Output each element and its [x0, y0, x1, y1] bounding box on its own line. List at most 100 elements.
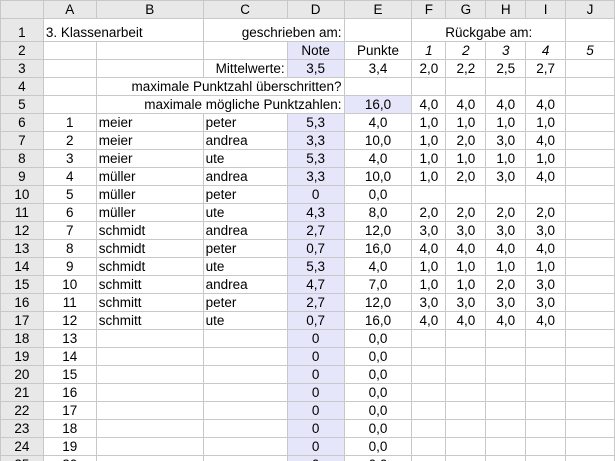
max-return-3[interactable]: 4,0: [485, 95, 527, 114]
return-3-value[interactable]: [485, 437, 527, 456]
last-name[interactable]: müller: [95, 167, 204, 186]
row-header[interactable]: 23: [0, 419, 44, 438]
return-2-value[interactable]: [445, 419, 487, 438]
row-header[interactable]: 24: [0, 437, 44, 456]
row-header[interactable]: 2: [0, 41, 44, 60]
row-header[interactable]: 16: [0, 293, 44, 312]
return-number[interactable]: 4: [525, 41, 567, 60]
points-value[interactable]: 0,0: [343, 185, 413, 204]
cell[interactable]: [565, 383, 615, 402]
return-number[interactable]: 3: [485, 41, 527, 60]
return-3-value[interactable]: 3,0: [485, 167, 527, 186]
return-2-value[interactable]: [445, 437, 487, 456]
return-4-value[interactable]: 4,0: [525, 239, 567, 258]
return-1-value[interactable]: [411, 437, 447, 456]
note-value[interactable]: 0: [286, 401, 345, 420]
column-header-a[interactable]: A: [42, 0, 97, 19]
return-1-value[interactable]: [411, 185, 447, 204]
last-name[interactable]: [95, 455, 204, 461]
cell[interactable]: [565, 311, 615, 330]
return-2-value[interactable]: 4,0: [445, 239, 487, 258]
points-value[interactable]: 7,0: [343, 275, 413, 294]
row-header[interactable]: 17: [0, 311, 44, 330]
cell[interactable]: [565, 149, 615, 168]
average-return-3[interactable]: 2,5: [485, 59, 527, 78]
average-return-2[interactable]: 2,2: [445, 59, 487, 78]
student-number[interactable]: 19: [42, 437, 97, 456]
return-1-value[interactable]: 1,0: [411, 167, 447, 186]
first-name[interactable]: ute: [202, 203, 288, 222]
average-return-4[interactable]: 2,7: [525, 59, 567, 78]
return-3-value[interactable]: [485, 365, 527, 384]
row-header[interactable]: 12: [0, 221, 44, 240]
return-1-value[interactable]: 1,0: [411, 275, 447, 294]
first-name[interactable]: ute: [202, 149, 288, 168]
return-2-value[interactable]: 2,0: [445, 203, 487, 222]
first-name[interactable]: ute: [202, 311, 288, 330]
select-all-corner[interactable]: [0, 0, 44, 19]
title-cell[interactable]: 3. Klassenarbeit: [42, 18, 204, 42]
row-header[interactable]: 7: [0, 131, 44, 150]
column-header-i[interactable]: I: [525, 0, 567, 19]
last-name[interactable]: [95, 347, 204, 366]
return-4-value[interactable]: 4,0: [525, 311, 567, 330]
return-1-value[interactable]: [411, 347, 447, 366]
return-1-value[interactable]: [411, 329, 447, 348]
points-value[interactable]: 4,0: [343, 257, 413, 276]
max-possible-label[interactable]: maximale mögliche Punktzahlen:: [95, 95, 345, 114]
points-value[interactable]: 4,0: [343, 113, 413, 132]
row-header[interactable]: 4: [0, 77, 44, 96]
first-name[interactable]: [202, 437, 288, 456]
return-3-value[interactable]: 2,0: [485, 203, 527, 222]
last-name[interactable]: schmitt: [95, 275, 204, 294]
return-1-value[interactable]: 1,0: [411, 149, 447, 168]
return-4-value[interactable]: [525, 365, 567, 384]
points-value[interactable]: 12,0: [343, 293, 413, 312]
column-header-j[interactable]: J: [565, 0, 615, 19]
last-name[interactable]: meier: [95, 131, 204, 150]
row-header[interactable]: 11: [0, 203, 44, 222]
return-2-value[interactable]: 3,0: [445, 221, 487, 240]
average-points[interactable]: 3,4: [343, 59, 413, 78]
points-value[interactable]: 0,0: [343, 347, 413, 366]
return-4-value[interactable]: 3,0: [525, 275, 567, 294]
return-1-value[interactable]: 2,0: [411, 203, 447, 222]
points-value[interactable]: 0,0: [343, 329, 413, 348]
student-number[interactable]: 1: [42, 113, 97, 132]
note-value[interactable]: 0: [286, 185, 345, 204]
cell[interactable]: [565, 401, 615, 420]
cell[interactable]: [565, 131, 615, 150]
return-4-value[interactable]: 1,0: [525, 257, 567, 276]
column-header-h[interactable]: H: [485, 0, 527, 19]
row-header[interactable]: 6: [0, 113, 44, 132]
return-3-value[interactable]: 1,0: [485, 257, 527, 276]
max-return-2[interactable]: 4,0: [445, 95, 487, 114]
last-name[interactable]: müller: [95, 203, 204, 222]
first-name[interactable]: peter: [202, 239, 288, 258]
return-4-value[interactable]: [525, 347, 567, 366]
return-1-value[interactable]: [411, 455, 447, 461]
last-name[interactable]: schmitt: [95, 311, 204, 330]
max-return-1[interactable]: 4,0: [411, 95, 447, 114]
return-3-value[interactable]: 3,0: [485, 131, 527, 150]
cell[interactable]: [343, 77, 413, 96]
return-4-value[interactable]: [525, 455, 567, 461]
note-value[interactable]: 0: [286, 455, 345, 461]
return-3-value[interactable]: [485, 383, 527, 402]
student-number[interactable]: 10: [42, 275, 97, 294]
first-name[interactable]: [202, 419, 288, 438]
return-2-value[interactable]: 2,0: [445, 167, 487, 186]
student-number[interactable]: 12: [42, 311, 97, 330]
note-value[interactable]: 5,3: [286, 113, 345, 132]
cell[interactable]: [565, 437, 615, 456]
row-header[interactable]: 21: [0, 383, 44, 402]
row-header[interactable]: 9: [0, 167, 44, 186]
return-2-value[interactable]: [445, 365, 487, 384]
cell[interactable]: [565, 293, 615, 312]
cell[interactable]: [565, 167, 615, 186]
cell[interactable]: [411, 77, 447, 96]
note-value[interactable]: 5,3: [286, 149, 345, 168]
max-exceeded-label[interactable]: maximale Punktzahl überschritten?: [95, 77, 345, 96]
return-3-value[interactable]: [485, 185, 527, 204]
return-4-value[interactable]: 4,0: [525, 131, 567, 150]
